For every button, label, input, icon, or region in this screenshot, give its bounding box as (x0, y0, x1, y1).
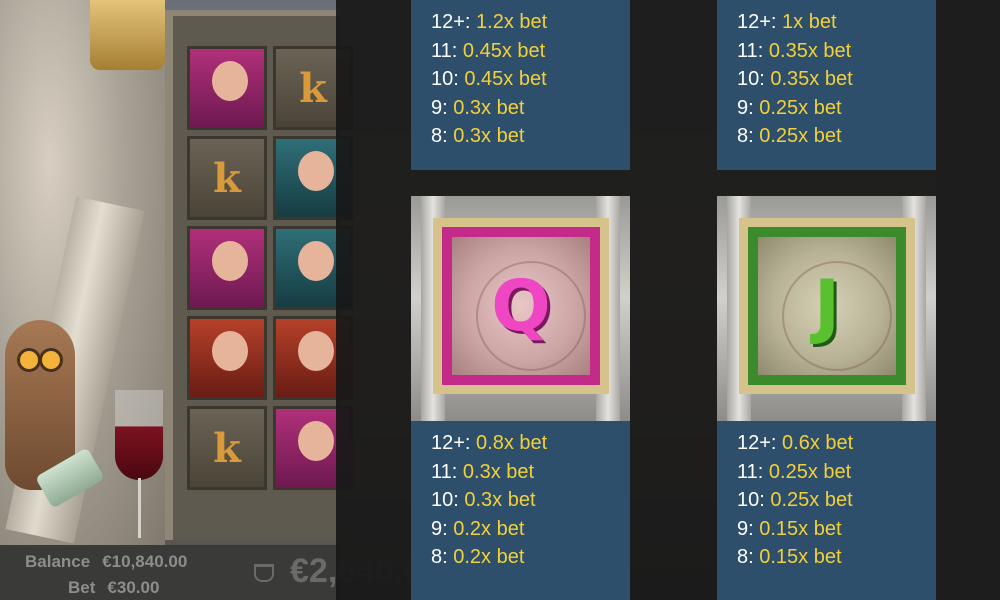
payout-line: 8: 0.2x bet (431, 546, 525, 568)
trophy-icon (254, 564, 274, 582)
payout-line: 12+: 0.6x bet (737, 432, 854, 454)
balance-label: Balance (25, 552, 91, 571)
payout-line: 12+: 1.2x bet (431, 11, 548, 33)
payout-line: 10: 0.25x bet (737, 489, 853, 511)
k-symbol-icon: k (187, 136, 267, 220)
payout-line: 12+: 0.8x bet (431, 432, 548, 454)
bet-display: Bet €30.00 (68, 578, 159, 598)
paytable-card-queen: 12+: 0.8x bet 11: 0.3x bet 10: 0.3x bet … (411, 421, 630, 600)
payout-line: 8: 0.3x bet (431, 125, 525, 147)
payout-line: 10: 0.35x bet (737, 68, 853, 90)
pink-q-symbol-icon: Q (411, 196, 630, 421)
reel-frame: k k k (165, 10, 353, 540)
balance-display: Balance €10,840.00 (25, 552, 187, 572)
payout-line: 9: 0.3x bet (431, 96, 525, 119)
payout-line: 9: 0.2x bet (431, 517, 525, 540)
payout-line: 10: 0.45x bet (431, 68, 547, 90)
payout-line: 10: 0.3x bet (431, 489, 536, 511)
payout-line: 11: 0.25x bet (737, 460, 852, 483)
symbol-plaque: Q (433, 218, 609, 394)
bet-value: €30.00 (107, 578, 160, 597)
reel-column-1: k k (187, 46, 272, 496)
payout-line: 8: 0.25x bet (737, 125, 842, 147)
red-woman-symbol-icon (187, 316, 267, 400)
payout-line: 9: 0.25x bet (737, 96, 842, 119)
wine-glass-stem (138, 478, 141, 538)
side-controls-dimmed (936, 0, 1000, 600)
column-capital (90, 0, 165, 70)
j-glyph: J (813, 265, 841, 347)
pink-woman-symbol-icon (187, 46, 267, 130)
payout-line: 9: 0.15x bet (737, 517, 842, 540)
payout-line: 8: 0.15x bet (737, 546, 842, 568)
paytable-card-jack: 12+: 0.6x bet 11: 0.25x bet 10: 0.25x be… (717, 421, 936, 600)
symbol-plaque: J (739, 218, 915, 394)
paytable-card-top-right: 12+: 1x bet 11: 0.35x bet 10: 0.35x bet … (717, 0, 936, 170)
payout-line: 12+: 1x bet (737, 11, 837, 33)
q-glyph: Q (491, 265, 551, 347)
paytable-card-top-left: 12+: 1.2x bet 11: 0.45x bet 10: 0.45x be… (411, 0, 630, 170)
bet-label: Bet (68, 578, 96, 597)
payout-line: 11: 0.35x bet (737, 39, 852, 62)
pink-woman-symbol-icon (187, 226, 267, 310)
green-j-symbol-icon: J (717, 196, 936, 421)
balance-value: €10,840.00 (102, 552, 188, 571)
payout-line: 11: 0.3x bet (431, 460, 535, 483)
k-symbol-icon: k (187, 406, 267, 490)
wine-glass-icon (115, 390, 163, 480)
payout-line: 11: 0.45x bet (431, 39, 546, 62)
